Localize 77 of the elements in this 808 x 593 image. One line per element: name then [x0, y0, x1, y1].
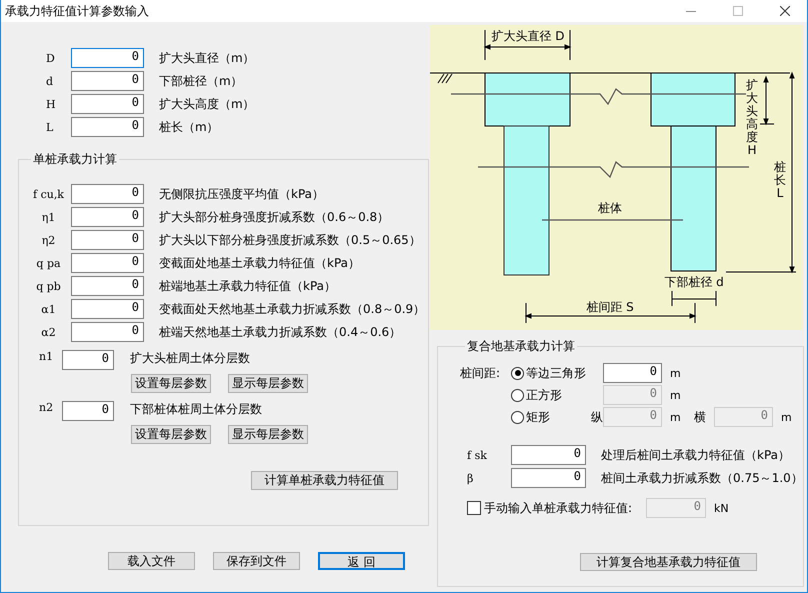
- number-field[interactable]: 0: [71, 184, 144, 204]
- radio-button[interactable]: 正方形: [511, 386, 591, 404]
- number-field[interactable]: 0: [71, 207, 144, 227]
- number-field[interactable]: 0: [71, 94, 144, 114]
- field-label: 扩大头部分桩身强度折减系数（0.6～0.8）: [159, 208, 390, 226]
- field-label: 处理后桩间土承载力特征值（kPa）: [601, 446, 790, 464]
- layer-button[interactable]: 设置每层参数: [131, 425, 211, 444]
- calculate-button[interactable]: 计算单桩承载力特征值: [251, 471, 398, 490]
- dimension-label: 桩间距 S: [586, 300, 634, 314]
- field-label: 扩大头以下部分桩身强度折减系数（0.5～0.65）: [159, 232, 421, 248]
- close-icon[interactable]: [780, 6, 790, 16]
- symbol-label: q pa: [35, 256, 62, 270]
- number-field[interactable]: 0: [71, 253, 144, 273]
- symbol-label: D: [46, 52, 56, 64]
- dialog-button[interactable]: 返 回: [318, 552, 405, 570]
- number-field[interactable]: 0: [62, 401, 114, 421]
- symbol-label: η2: [40, 234, 56, 246]
- unit-label: kN: [714, 502, 726, 514]
- symbol-label: n2: [38, 401, 54, 414]
- field-label: 扩大头直径（m）: [159, 50, 255, 66]
- window-title: 承载力特征值计算参数输入: [4, 2, 149, 20]
- dimension-label: 扩大头高度H: [746, 78, 758, 157]
- field-label: 横: [694, 410, 706, 424]
- number-field[interactable]: 0: [62, 350, 114, 370]
- field-label: 桩间距:: [460, 366, 500, 380]
- field-label: 下部桩体桩周土体分层数: [130, 401, 262, 417]
- field-label: 纵: [591, 410, 603, 424]
- number-field[interactable]: 0: [71, 299, 144, 319]
- number-field[interactable]: 0: [71, 117, 144, 137]
- symbol-label: H: [46, 98, 57, 110]
- layer-button[interactable]: 显示每层参数: [228, 374, 308, 393]
- radio-button[interactable]: 等边三角形: [511, 364, 591, 382]
- group-title: 单桩承载力计算: [32, 151, 118, 168]
- symbol-label: n1: [38, 350, 54, 363]
- symbol-label: α2: [40, 326, 57, 338]
- field-label: 无侧限抗压强度平均值（kPa）: [159, 186, 324, 202]
- unit-label: m: [670, 388, 682, 402]
- symbol-label: α1: [40, 302, 57, 316]
- maximize-icon[interactable]: [733, 6, 743, 16]
- dialog-button[interactable]: 保存到文件: [213, 552, 300, 570]
- group-title: 复合地基承载力计算: [466, 338, 576, 355]
- number-field[interactable]: 0: [71, 322, 144, 342]
- dimension-label: 下部桩径 d: [664, 275, 724, 289]
- layer-button[interactable]: 显示每层参数: [228, 425, 308, 444]
- symbol-label: q pb: [35, 280, 62, 292]
- unit-label: m: [670, 410, 682, 424]
- field-label: 下部桩径（m）: [159, 72, 243, 90]
- dialog-button[interactable]: 载入文件: [108, 552, 195, 570]
- field-label: 扩大头桩周土体分层数: [130, 350, 250, 366]
- field-label: 变截面处地基土承载力特征值（kPa）: [159, 254, 360, 272]
- number-field[interactable]: 0: [511, 445, 586, 465]
- unit-label: m: [781, 410, 793, 424]
- layer-button[interactable]: 设置每层参数: [131, 374, 211, 393]
- field-label: 桩间土承载力折减系数（0.75～1.0）: [601, 470, 803, 486]
- field-label: 扩大头高度（m）: [159, 96, 255, 112]
- symbol-label: L: [46, 120, 54, 134]
- field-label: 变截面处天然地基土承载力折减系数（0.8～0.9）: [159, 300, 426, 318]
- number-field[interactable]: 0: [71, 276, 144, 296]
- unit-label: m: [670, 366, 682, 380]
- field-label: 桩端天然地基土承载力折减系数（0.4～0.6）: [159, 324, 402, 340]
- number-field[interactable]: 0: [71, 230, 144, 250]
- number-field[interactable]: 0: [71, 48, 144, 68]
- symbol-label: f sk: [466, 448, 488, 462]
- field-label: 桩端地基土承载力特征值（kPa）: [159, 278, 336, 294]
- number-field[interactable]: 0: [71, 71, 144, 91]
- number-field[interactable]: 0: [603, 363, 662, 383]
- radio-button[interactable]: 矩形: [511, 408, 591, 426]
- field-label: 桩长（m）: [159, 118, 219, 136]
- symbol-label: η1: [40, 210, 56, 224]
- symbol-label: d: [46, 74, 54, 88]
- diagram-label: 桩体: [598, 201, 622, 215]
- number-field[interactable]: 0: [511, 468, 586, 488]
- calculate-button[interactable]: 计算复合地基承载力特征值: [580, 553, 757, 571]
- symbol-label: β: [466, 472, 474, 484]
- symbol-label: f cu,k: [32, 188, 65, 200]
- dimension-label: 桩长L: [774, 160, 786, 200]
- dimension-label: 扩大头直径 D: [491, 29, 565, 43]
